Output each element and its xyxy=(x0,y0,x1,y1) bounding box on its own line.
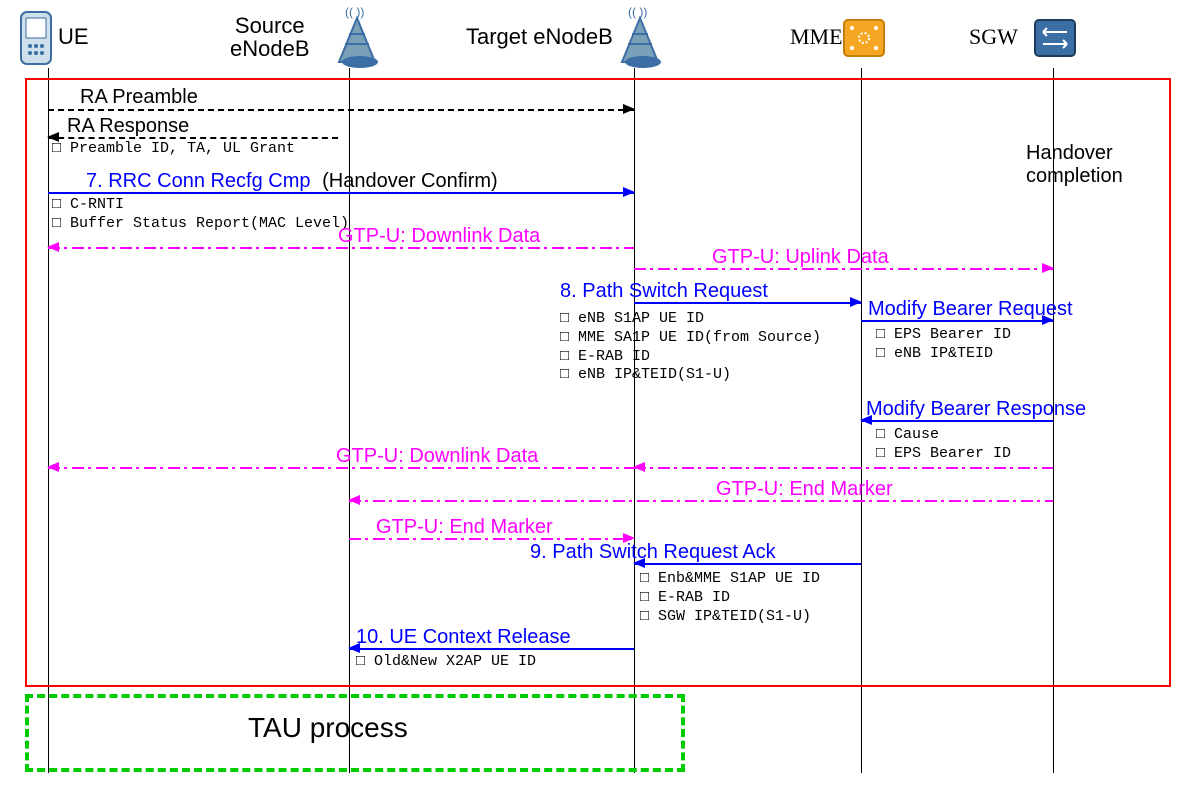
rrc-recfg-cmp-label: 7. RRC Conn Recfg Cmp (Handover Confirm) xyxy=(86,170,498,193)
svg-text:(( )): (( )) xyxy=(345,5,364,19)
path-switch-ack-label: 9. Path Switch Request Ack xyxy=(530,541,776,564)
svg-text:(( )): (( )) xyxy=(628,5,647,19)
tau-process-label: TAU process xyxy=(248,712,408,744)
ue-ctx-release-label: 10. UE Context Release xyxy=(356,626,571,649)
end-marker-2-label: GTP-U: End Marker xyxy=(376,516,553,539)
source-enodeb-icon: (( )) xyxy=(327,4,387,68)
rrc-recfg-cmp-params: C-RNTI Buffer Status Report(MAC Level) xyxy=(52,196,349,234)
ue-label: UE xyxy=(58,24,89,50)
path-switch-ack-params: Enb&MME S1AP UE ID E-RAB ID SGW IP&TEID(… xyxy=(640,570,820,626)
dl-data-2-label: GTP-U: Downlink Data xyxy=(336,445,538,468)
target-enodeb-label: Target eNodeB xyxy=(466,24,613,50)
source-enodeb-label: Source eNodeB xyxy=(230,14,310,60)
mod-bearer-rsp-label: Modify Bearer Response xyxy=(866,398,1086,421)
ra-response-label: RA Response xyxy=(67,115,189,138)
ra-preamble-label: RA Preamble xyxy=(80,86,198,109)
phase-label: Handover completion xyxy=(1026,142,1123,188)
path-switch-req-label: 8. Path Switch Request xyxy=(560,280,768,303)
path-switch-req-params: eNB S1AP UE ID MME SA1P UE ID(from Sourc… xyxy=(560,310,821,385)
target-enodeb-icon: (( )) xyxy=(610,4,670,68)
mod-bearer-req-params: EPS Bearer ID eNB IP&TEID xyxy=(876,326,1011,364)
sgw-label: SGW xyxy=(969,24,1018,50)
sequence-diagram: (( )) (( )) UE Source eNodeB Target e xyxy=(0,0,1193,788)
dl-data-1-label: GTP-U: Downlink Data xyxy=(338,225,540,248)
ue-ctx-release-params: Old&New X2AP UE ID xyxy=(356,653,536,672)
ul-data-label: GTP-U: Uplink Data xyxy=(712,246,889,269)
sgw-icon xyxy=(1033,18,1077,58)
ra-response-params: Preamble ID, TA, UL Grant xyxy=(52,140,295,159)
mme-icon xyxy=(842,18,886,58)
mme-label: MME xyxy=(790,24,843,50)
ue-icon xyxy=(18,10,54,66)
end-marker-1-label: GTP-U: End Marker xyxy=(716,478,893,501)
mod-bearer-rsp-params: Cause EPS Bearer ID xyxy=(876,426,1011,464)
